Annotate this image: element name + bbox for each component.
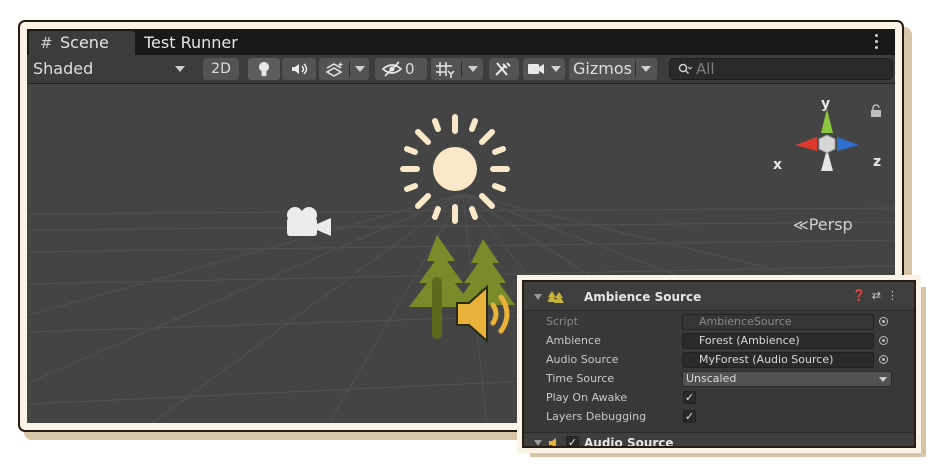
object-picker-icon[interactable]: [876, 333, 891, 349]
2d-toggle-button[interactable]: 2D: [203, 58, 239, 80]
audio-source-field[interactable]: MyForest (Audio Source): [682, 352, 874, 368]
projection-label: Persp: [808, 215, 853, 234]
sun-icon: [400, 114, 510, 224]
object-picker-icon: [876, 314, 891, 330]
grid-snap-icon: [436, 62, 455, 78]
search-input[interactable]: All: [669, 58, 893, 80]
ambience-field[interactable]: Forest (Ambience): [682, 333, 874, 349]
field-row-audio-source: Audio Source MyForest (Audio Source): [524, 351, 914, 370]
inspector-panel: Ambience Source ❓⇄⋮ Script AmbienceSourc…: [517, 275, 921, 453]
chevron-down-icon: [551, 66, 561, 72]
chevron-left-icon: ≪: [793, 216, 809, 234]
chevron-down-icon: [468, 66, 478, 72]
foldout-arrow-icon[interactable]: [534, 440, 542, 446]
component-header-icons[interactable]: ❓⇄⋮: [852, 289, 904, 302]
grid-icon: #: [40, 34, 53, 52]
foldout-arrow-icon[interactable]: [534, 294, 542, 300]
scene-visibility-toggle[interactable]: 0: [375, 58, 427, 80]
preset-icon: ⇄: [871, 289, 887, 302]
audio-source-header[interactable]: ✓ Audio Source: [524, 432, 914, 448]
effects-dropdown[interactable]: [319, 58, 369, 80]
object-picker-icon[interactable]: [876, 352, 891, 368]
chevron-down-icon: [879, 377, 887, 382]
gizmos-label: Gizmos: [573, 59, 632, 78]
time-source-dropdown[interactable]: Unscaled: [682, 371, 892, 387]
forest-icon: [548, 291, 564, 303]
more-options-icon[interactable]: [875, 34, 879, 50]
lightbulb-icon: [259, 62, 269, 76]
field-row-play-on-awake: Play On Awake ✓: [524, 389, 914, 408]
next-component-title: Audio Source: [584, 436, 674, 448]
time-source-value: Unscaled: [686, 372, 737, 385]
z-axis-label: z: [873, 154, 882, 170]
eye-hidden-icon: [381, 61, 403, 77]
tab-bar: # Scene Test Runner: [27, 29, 895, 55]
field-row-layers-debugging: Layers Debugging ✓: [524, 408, 914, 427]
more-options-icon: ⋮: [887, 289, 904, 302]
camera-icon: [528, 64, 544, 74]
time-source-label: Time Source: [546, 372, 615, 385]
gizmos-dropdown[interactable]: Gizmos: [569, 58, 657, 80]
layers-debugging-checkbox[interactable]: ✓: [683, 410, 696, 423]
ambience-source-header[interactable]: Ambience Source ❓⇄⋮: [524, 282, 914, 311]
field-row-time-source: Time Source Unscaled: [524, 370, 914, 389]
tools-icon: [495, 62, 511, 76]
ambience-label: Ambience: [546, 334, 601, 347]
shading-mode-dropdown[interactable]: Shaded: [29, 58, 193, 80]
script-label: Script: [546, 315, 578, 328]
x-axis-label: x: [773, 157, 783, 173]
search-icon: [678, 63, 693, 75]
search-placeholder: All: [696, 60, 715, 78]
audio-toggle-button[interactable]: [282, 58, 316, 80]
effects-icon: [325, 62, 344, 77]
hidden-objects-count: 0: [405, 60, 415, 78]
audio-source-label: Audio Source: [546, 353, 619, 366]
help-icon: ❓: [852, 289, 872, 302]
speaker-icon: [292, 63, 308, 75]
lock-icon[interactable]: [870, 104, 882, 118]
field-row-ambience: Ambience Forest (Ambience): [524, 332, 914, 351]
grid-snap-dropdown[interactable]: [431, 58, 483, 80]
chevron-down-icon: [355, 66, 365, 72]
play-on-awake-label: Play On Awake: [546, 391, 628, 404]
speaker-icon: [549, 438, 556, 446]
component-title: Ambience Source: [584, 290, 702, 304]
camera-settings-dropdown[interactable]: [523, 58, 565, 80]
y-axis-label: y: [821, 96, 831, 112]
audio-source-enabled-checkbox[interactable]: ✓: [566, 436, 579, 446]
shading-mode-label: Shaded: [33, 59, 94, 78]
field-row-script: Script AmbienceSource: [524, 313, 914, 332]
camera-gizmo-icon: [287, 207, 331, 236]
tab-test-runner-label: Test Runner: [144, 33, 238, 52]
tab-scene-label: Scene: [60, 33, 109, 52]
tools-button[interactable]: [489, 58, 519, 80]
play-on-awake-checkbox[interactable]: ✓: [683, 391, 696, 404]
layers-debugging-label: Layers Debugging: [546, 410, 647, 423]
tab-test-runner[interactable]: Test Runner: [144, 31, 238, 55]
projection-toggle[interactable]: ≪Persp: [793, 215, 853, 234]
chevron-down-icon: [175, 66, 185, 72]
chevron-down-icon: [641, 66, 651, 72]
lighting-toggle-button[interactable]: [248, 58, 280, 80]
audio-source-gizmo-icon: [456, 284, 510, 344]
script-field: AmbienceSource: [682, 314, 874, 330]
scene-toolbar: Shaded 2D 0 Gizmos All: [27, 55, 895, 84]
tab-scene[interactable]: # Scene: [29, 31, 135, 55]
